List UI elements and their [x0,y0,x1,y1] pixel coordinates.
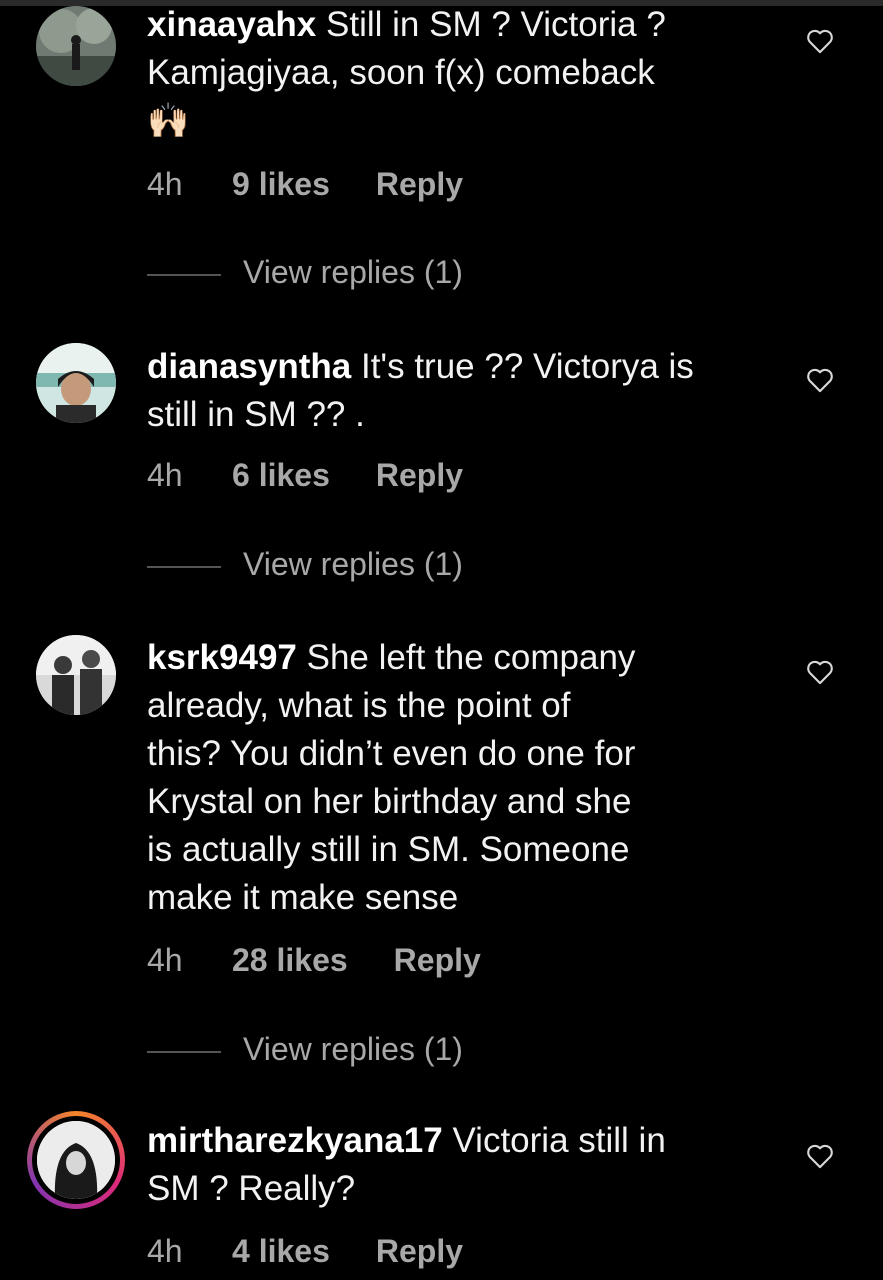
divider-line [147,565,221,568]
username[interactable]: mirtharezkyana17 [147,1121,443,1160]
avatar-photo-icon [36,635,116,715]
view-replies-label: View replies (1) [243,546,463,582]
likes-count[interactable]: 9 likes [232,164,330,204]
comment-line: still in SM ?? . [147,395,365,434]
comment-line: is actually still in SM. Someone [147,830,630,869]
comment-meta: 4h 4 likes Reply [147,1231,463,1271]
comment-line: Victoria still in [452,1121,666,1160]
heart-icon[interactable] [806,1143,834,1169]
heart-icon[interactable] [806,367,834,393]
comment-text: mirtharezkyana17 Victoria still in SM ? … [147,1117,787,1213]
comment-line: Kamjagiyaa, soon f(x) comeback [147,53,655,92]
avatar-photo-icon [37,1121,115,1199]
comment-meta: 4h 28 likes Reply [147,940,481,980]
timestamp: 4h [147,457,183,493]
comment-meta: 4h 9 likes Reply [147,164,463,204]
divider-line [147,1050,221,1053]
reply-button[interactable]: Reply [376,1231,463,1271]
avatar[interactable] [36,635,116,715]
view-replies-label: View replies (1) [243,1031,463,1067]
comment-line: this? You didn’t even do one for [147,734,636,773]
heart-icon[interactable] [806,659,834,685]
avatar[interactable] [36,6,116,86]
comment-line: It's true ?? Victorya is [360,347,694,386]
divider-line [147,273,221,276]
avatar-photo-icon [36,343,116,423]
timestamp: 4h [147,1233,183,1269]
avatar [37,1121,115,1199]
heart-icon[interactable] [806,28,834,54]
comment-line: make it make sense [147,878,459,917]
username[interactable]: ksrk9497 [147,638,297,677]
view-replies-button[interactable]: View replies (1) [147,252,463,292]
comment-text: dianasyntha It's true ?? Victorya is sti… [147,343,787,439]
avatar-photo-icon [36,6,116,86]
reply-button[interactable]: Reply [376,164,463,204]
comment-line: She left the company [306,638,636,677]
view-replies-button[interactable]: View replies (1) [147,1029,463,1069]
username[interactable]: dianasyntha [147,347,351,386]
avatar-story-ring[interactable] [27,1111,125,1209]
comment-text: ksrk9497 She left the company already, w… [147,634,787,922]
likes-count[interactable]: 6 likes [232,455,330,495]
raised-hands-emoji: 🙌🏻 [147,102,190,140]
reply-button[interactable]: Reply [394,940,481,980]
comment-line: SM ? Really? [147,1169,356,1208]
reply-button[interactable]: Reply [376,455,463,495]
view-replies-button[interactable]: View replies (1) [147,544,463,584]
comment-line: Still in SM ? Victoria ? [326,5,666,44]
avatar[interactable] [36,343,116,423]
view-replies-label: View replies (1) [243,254,463,290]
comment-line: already, what is the point of [147,686,571,725]
comment-text: xinaayahx Still in SM ? Victoria ? Kamja… [147,1,787,145]
timestamp: 4h [147,166,183,202]
avatar-ring-gap [32,1116,120,1204]
likes-count[interactable]: 4 likes [232,1231,330,1271]
comment-meta: 4h 6 likes Reply [147,455,463,495]
timestamp: 4h [147,942,183,978]
likes-count[interactable]: 28 likes [232,940,348,980]
comment-line: Krystal on her birthday and she [147,782,632,821]
username[interactable]: xinaayahx [147,5,316,44]
